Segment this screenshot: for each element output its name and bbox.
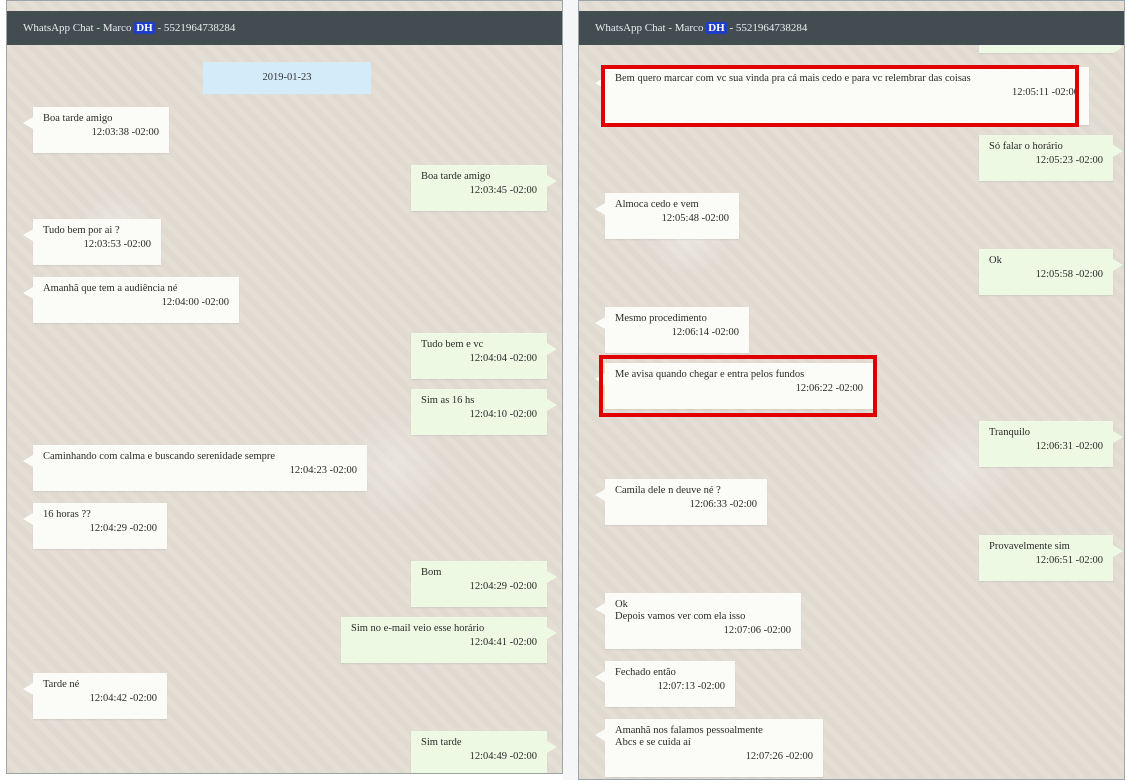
chat-title-bar: WhatsApp Chat - Marco DH - 5521964738284 — [7, 11, 562, 45]
message-text: Tudo bem e vc — [421, 339, 484, 350]
message-text: Mesmo procedimento — [615, 313, 707, 324]
message-time: 12:07:26 -02:00 — [745, 751, 813, 762]
message-time: 12:04:49 -02:00 — [469, 751, 537, 762]
message-time: 12:07:06 -02:00 — [723, 625, 791, 636]
message-incoming[interactable]: Me avisa quando chegar e entra pelos fun… — [595, 363, 873, 409]
message-time: 12:05:58 -02:00 — [1035, 269, 1103, 280]
message-incoming[interactable]: Amanhã que tem a audiência né 12:04:00 -… — [23, 277, 239, 323]
message-time: 12:03:45 -02:00 — [469, 185, 537, 196]
message-time: 12:04:10 -02:00 — [469, 409, 537, 420]
message-incoming[interactable]: Boa tarde amigo 12:03:38 -02:00 — [23, 107, 169, 153]
message-time: 12:05:23 -02:00 — [1035, 155, 1103, 166]
message-text: Bom — [421, 567, 442, 578]
message-time: 12:06:33 -02:00 — [689, 499, 757, 510]
message-text: Sim as 16 hs — [421, 395, 475, 406]
chat-title: WhatsApp Chat - Marco — [23, 22, 132, 34]
message-text: Boa tarde amigo — [43, 113, 113, 124]
message-text: 16 horas ?? — [43, 509, 91, 520]
message-text: Caminhando com calma e buscando serenida… — [43, 451, 276, 462]
message-outgoing[interactable]: Sim tarde 12:04:49 -02:00 — [411, 731, 557, 773]
chat-title-bar: WhatsApp Chat - Marco DH - 5521964738284 — [579, 11, 1124, 45]
message-time: 12:04:00 -02:00 — [161, 297, 229, 308]
message-outgoing[interactable]: Bom 12:04:29 -02:00 — [411, 561, 557, 607]
message-incoming[interactable]: Tudo bem por ai ? 12:03:53 -02:00 — [23, 219, 161, 265]
message-incoming[interactable]: Mesmo procedimento 12:06:14 -02:00 — [595, 307, 749, 353]
message-time: 12:06:22 -02:00 — [795, 383, 863, 394]
message-text: Amanhã que tem a audiência né — [43, 283, 178, 294]
message-text: Sim no e-mail veio esse horário — [351, 623, 485, 634]
message-incoming[interactable]: Bem quero marcar com vc sua vinda pra cá… — [595, 67, 1089, 125]
message-text: Bem quero marcar com vc sua vinda pra cá… — [615, 73, 971, 84]
panel-gap — [563, 0, 578, 780]
contact-highlight: DH — [706, 22, 727, 34]
message-outgoing[interactable]: Tranquilo 12:06:31 -02:00 — [979, 421, 1123, 467]
message-text: Me avisa quando chegar e entra pelos fun… — [615, 369, 805, 380]
message-incoming[interactable]: Amanhã nos falamos pessoalmente Abcs e s… — [595, 719, 823, 777]
message-incoming[interactable]: Ok Depois vamos ver com ela isso 12:07:0… — [595, 593, 801, 649]
message-time: 12:03:38 -02:00 — [91, 127, 159, 138]
message-time: 12:04:41 -02:00 — [469, 637, 537, 648]
message-text: Camila dele n deuve né ? — [615, 485, 721, 496]
message-time: 12:03:53 -02:00 — [83, 239, 151, 250]
message-text: Provavelmente sim — [989, 541, 1070, 552]
chat-phone: - 5521964738284 — [157, 22, 236, 34]
message-time: 12:04:23 -02:00 — [289, 465, 357, 476]
chat-title: WhatsApp Chat - Marco — [595, 22, 704, 34]
message-incoming[interactable]: Camila dele n deuve né ? 12:06:33 -02:00 — [595, 479, 767, 525]
message-text: Almoca cedo e vem — [615, 199, 699, 210]
message-time: 12:04:29 -02:00 — [469, 581, 537, 592]
message-time: 12:05:11 -02:00 — [1012, 87, 1079, 98]
message-text: Fechado então — [615, 667, 676, 678]
message-text: Ok Depois vamos ver com ela isso — [615, 599, 746, 622]
message-time: 12:04:42 -02:00 — [89, 693, 157, 704]
message-text: Tarde né — [43, 679, 80, 690]
message-outgoing[interactable]: Provavelmente sim 12:06:51 -02:00 — [979, 535, 1123, 581]
message-time: 12:04:29 -02:00 — [89, 523, 157, 534]
message-text: Sim tarde — [421, 737, 462, 748]
message-text: Amanhã nos falamos pessoalmente Abcs e s… — [615, 725, 763, 748]
message-outgoing[interactable]: Sim as 16 hs 12:04:10 -02:00 — [411, 389, 557, 435]
chat-phone: - 5521964738284 — [729, 22, 808, 34]
message-time: 12:05:48 -02:00 — [661, 213, 729, 224]
message-outgoing[interactable]: Boa tarde amigo 12:03:45 -02:00 — [411, 165, 557, 211]
message-text: Tudo bem por ai ? — [43, 225, 120, 236]
message-outgoing[interactable]: Sim no e-mail veio esse horário 12:04:41… — [341, 617, 557, 663]
message-time: 12:07:13 -02:00 — [657, 681, 725, 692]
message-incoming[interactable]: 16 horas ?? 12:04:29 -02:00 — [23, 503, 167, 549]
message-time: 12:06:31 -02:00 — [1035, 441, 1103, 452]
message-text: Boa tarde amigo — [421, 171, 491, 182]
contact-highlight: DH — [134, 22, 155, 34]
message-outgoing[interactable]: Tudo bem e vc 12:04:04 -02:00 — [411, 333, 557, 379]
message-outgoing[interactable]: Só falar o horário 12:05:23 -02:00 — [979, 135, 1123, 181]
message-text: Ok — [989, 255, 1002, 266]
chat-panel-right[interactable]: WhatsApp Chat - Marco DH - 5521964738284… — [578, 0, 1125, 780]
message-time: 12:04:04 -02:00 — [469, 353, 537, 364]
chat-panel-left[interactable]: WhatsApp Chat - Marco DH - 5521964738284… — [6, 0, 563, 774]
message-text: Só falar o horário — [989, 141, 1063, 152]
message-incoming[interactable]: Fechado então 12:07:13 -02:00 — [595, 661, 735, 707]
message-time: 12:06:14 -02:00 — [671, 327, 739, 338]
message-incoming[interactable]: Tarde né 12:04:42 -02:00 — [23, 673, 167, 719]
message-text: Tranquilo — [989, 427, 1031, 438]
message-incoming[interactable]: Caminhando com calma e buscando serenida… — [23, 445, 367, 491]
message-time: 12:06:51 -02:00 — [1035, 555, 1103, 566]
date-separator: 2019-01-23 — [203, 62, 371, 94]
message-outgoing[interactable]: Ok 12:05:58 -02:00 — [979, 249, 1123, 295]
message-incoming[interactable]: Almoca cedo e vem 12:05:48 -02:00 — [595, 193, 739, 239]
